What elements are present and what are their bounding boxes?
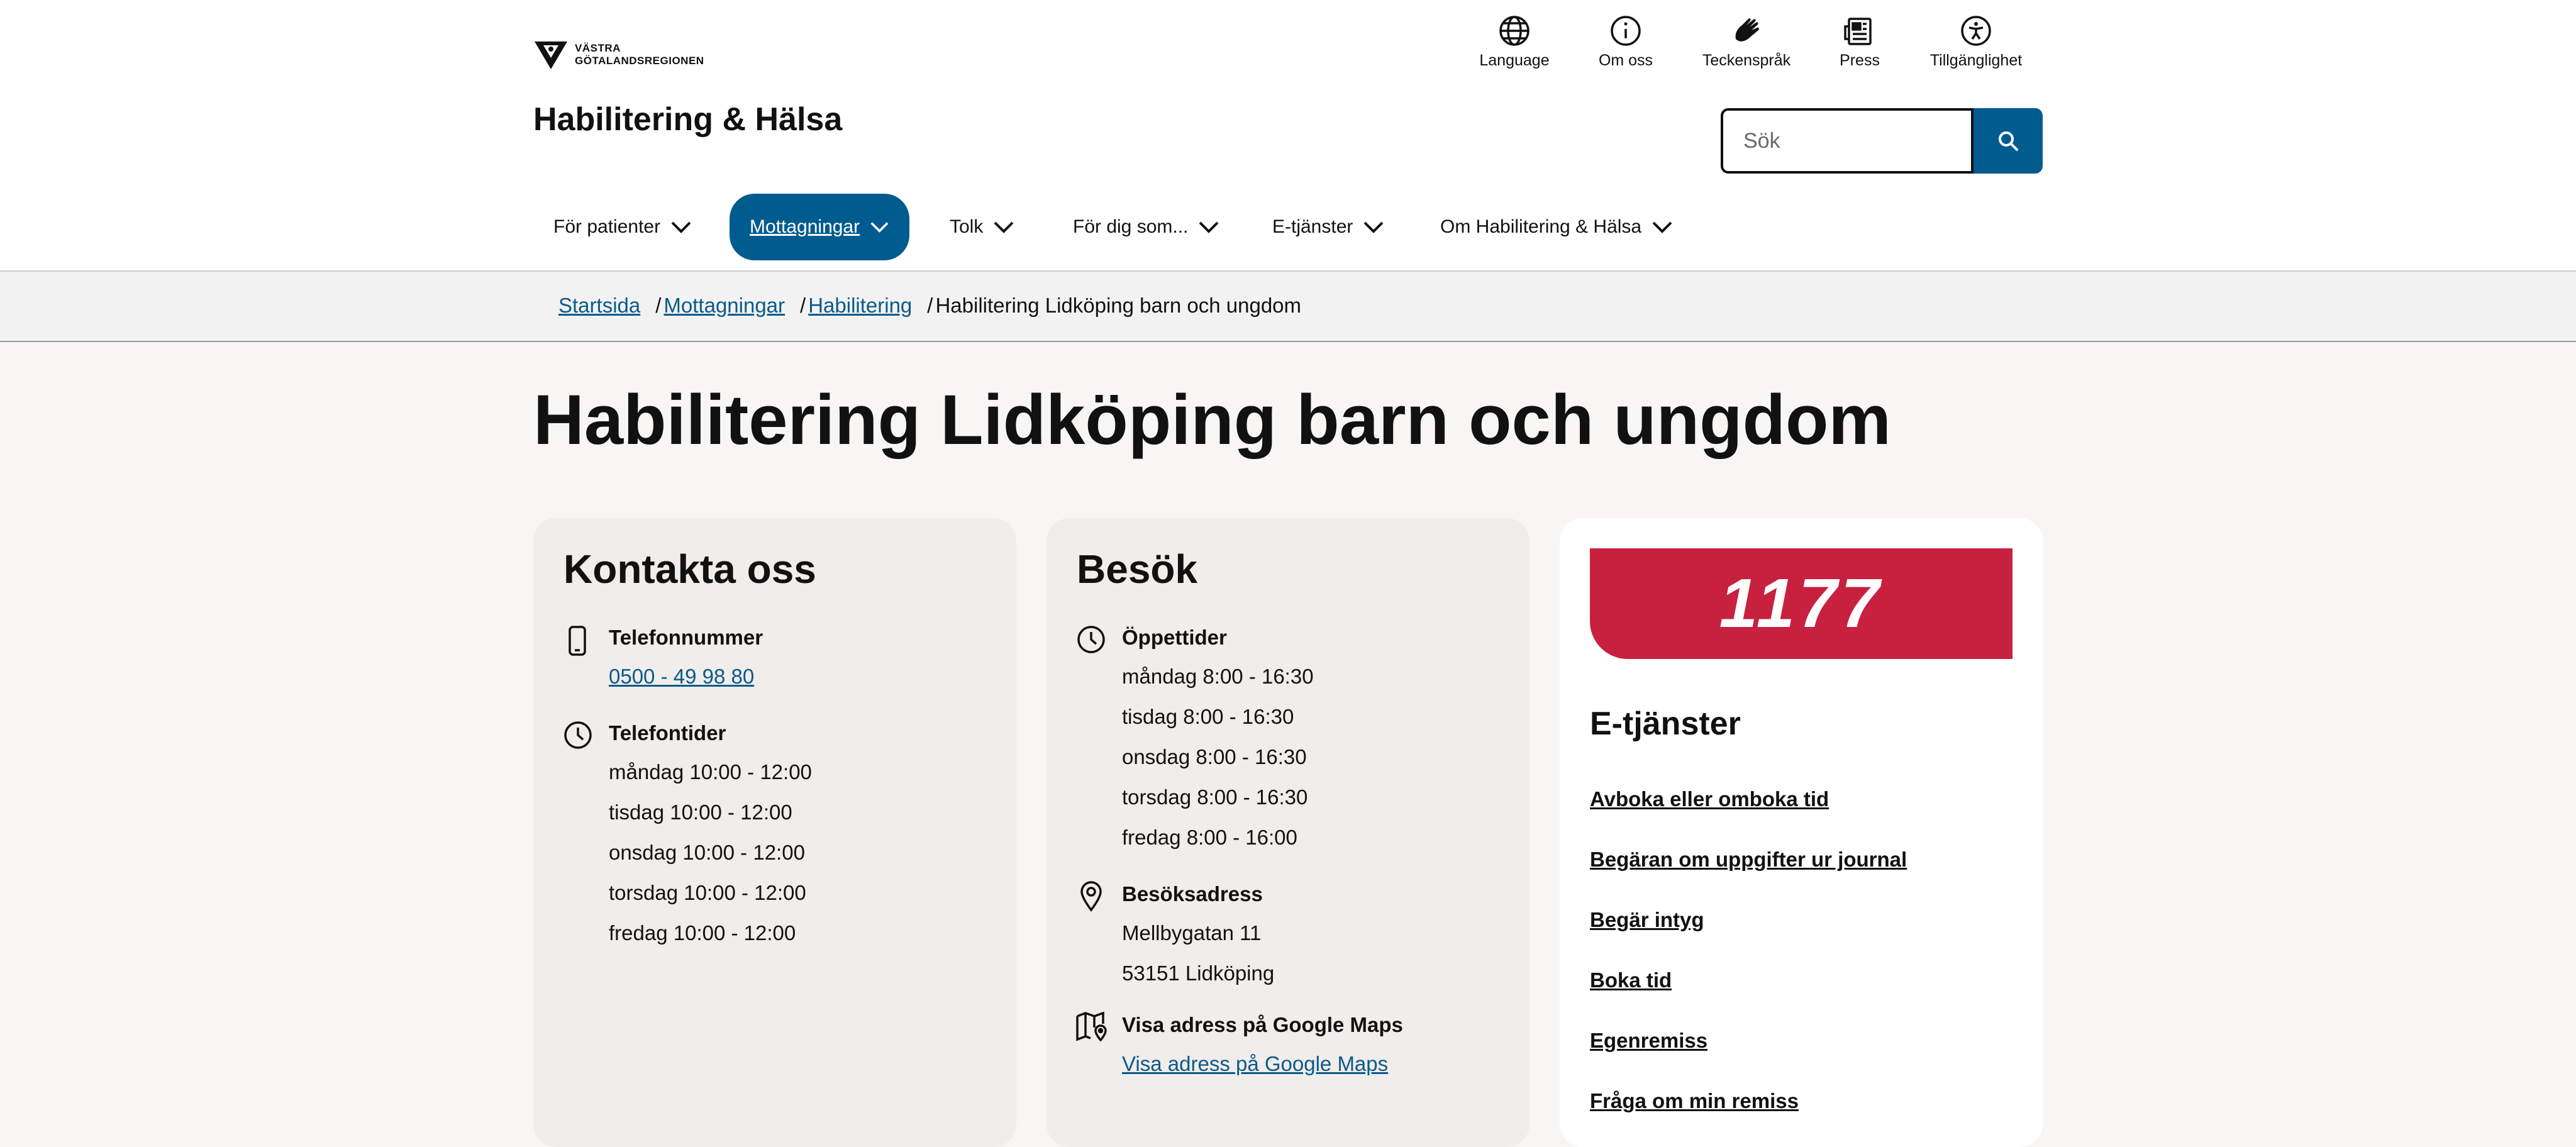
eservice-link-intyg[interactable]: Begär intyg [1590,908,1704,932]
eservices-title: E-tjänster [1590,706,1741,742]
visit-card: Besök Öppettider måndag 8:00 - 16:30 tis… [1046,518,1530,1147]
logo-text: VÄSTRA GÖTALANDSREGIONEN [575,42,704,67]
globe-icon [1499,16,1530,46]
search-form [1721,108,2043,174]
site-header: VÄSTRA GÖTALANDSREGIONEN Habilitering & … [0,0,2576,272]
eservices-card: 1177 E-tjänster [1560,518,2043,1147]
phone-hours-row: fredag 10:00 - 12:00 [609,921,796,945]
opening-hours-row: torsdag 8:00 - 16:30 [1122,785,1308,809]
visit-title: Besök [1077,546,1198,592]
nav-label: För patienter [553,216,661,237]
maps-heading: Visa adress på Google Maps [1122,1013,1403,1036]
vgr-logo[interactable]: VÄSTRA GÖTALANDSREGIONEN [533,39,704,70]
about-link[interactable]: Om oss [1572,14,1679,70]
info-icon [1611,16,1641,46]
accessibility-link[interactable]: Tillgänglighet [1923,14,2029,70]
clock-icon [1077,626,1105,653]
opening-hours-row: måndag 8:00 - 16:30 [1122,665,1314,688]
logo-line2: GÖTALANDSREGIONEN [575,55,704,67]
search-icon [1999,131,2018,151]
chevron-down-icon [671,221,691,233]
phone-hours-row: onsdag 10:00 - 12:00 [609,841,805,864]
address-line: 53151 Lidköping [1122,961,1275,985]
sign-language-label: Teckenspråk [1702,52,1791,69]
chevron-down-icon [870,222,889,233]
language-link[interactable]: Language [1461,14,1568,70]
contact-title: Kontakta oss [564,546,816,592]
accessibility-label: Tillgänglighet [1929,52,2023,69]
opening-hours-block: Öppettider måndag 8:00 - 16:30 tisdag 8:… [1122,619,1314,858]
nav-item-for-patienter[interactable]: För patienter [553,194,692,260]
nav-label: Om Habilitering & Hälsa [1440,216,1642,237]
breadcrumb: Startsida / Mottagningar / Habilitering / Habi… [558,294,1301,318]
sign-language-icon [1735,18,1759,42]
breadcrumb-bar: Startsida / Mottagningar / Habilitering / Habi… [0,272,2576,342]
eservice-link-avboka[interactable]: Avboka eller omboka tid [1590,787,1829,811]
breadcrumb-separator: / [927,294,933,317]
eservice-link-journal[interactable]: Begäran om uppgifter ur journal [1590,848,1907,872]
chevron-down-icon [1363,221,1384,233]
eservice-link-fraga-remiss[interactable]: Fråga om min remiss [1590,1089,1799,1113]
nav-item-om-habilitering[interactable]: Om Habilitering & Hälsa [1440,194,1673,260]
eservice-link-egenremiss[interactable]: Egenremiss [1590,1029,1707,1053]
site-title[interactable]: Habilitering & Hälsa [533,97,842,141]
phone-hours-row: måndag 10:00 - 12:00 [609,760,812,784]
language-label: Language [1479,52,1550,69]
1177-banner[interactable]: 1177 [1590,548,2012,659]
about-label: Om oss [1598,52,1653,69]
address-block: Besöksadress Mellbygatan 11 53151 Lidköp… [1122,875,1274,994]
nav-label: För dig som... [1073,216,1189,237]
accessibility-icon [1961,16,1991,46]
chevron-down-icon [1652,221,1672,233]
opening-hours-heading: Öppettider [1122,626,1227,649]
nav-item-e-tjanster[interactable]: E-tjänster [1272,194,1384,260]
opening-hours-row: fredag 8:00 - 16:00 [1122,826,1297,849]
breadcrumb-separator: / [800,294,806,317]
logo-line1: VÄSTRA [575,42,621,54]
nav-label: Mottagningar [750,216,860,237]
phone-heading: Telefonnummer [609,626,763,649]
page-title: Habilitering Lidköping barn och ungdom [533,380,1892,459]
phone-hours-row: torsdag 10:00 - 12:00 [609,881,806,904]
vgr-logo-mark [535,42,567,69]
phone-hours-row: tisdag 10:00 - 12:00 [609,801,792,824]
contact-card: Kontakta oss Telefonnummer 0500 - 49 98 … [533,518,1016,1147]
breadcrumb-link-startsida[interactable]: Startsida [558,294,640,317]
newspaper-icon [1844,18,1872,45]
search-button[interactable] [1974,108,2043,174]
location-pin-icon [1080,881,1102,912]
google-maps-link[interactable]: Visa adress på Google Maps [1122,1052,1388,1075]
nav-item-mottagningar[interactable]: Mottagningar [730,194,909,260]
press-link[interactable]: Press [1806,14,1913,70]
nav-label: Tolk [950,216,984,237]
nav-item-tolk[interactable]: Tolk [950,194,1014,260]
phone-hours-block: Telefontider måndag 10:00 - 12:00 tisdag… [609,714,812,953]
phone-hours-heading: Telefontider [609,721,726,745]
press-label: Press [1840,52,1880,69]
breadcrumb-link-mottagningar[interactable]: Mottagningar [663,294,785,317]
opening-hours-row: onsdag 8:00 - 16:30 [1122,745,1307,768]
chevron-down-icon [1199,221,1219,233]
address-heading: Besöksadress [1122,882,1263,906]
maps-block: Visa adress på Google Maps Visa adress p… [1122,1006,1403,1084]
sign-language-link[interactable]: Teckenspråk [1693,14,1800,70]
breadcrumb-current: Habilitering Lidköping barn och ungdom [935,294,1302,317]
opening-hours-row: tisdag 8:00 - 16:30 [1122,705,1294,728]
breadcrumb-separator: / [655,294,662,317]
address-line: Mellbygatan 11 [1122,921,1262,945]
nav-label: E-tjänster [1272,216,1353,237]
nav-item-for-dig-som[interactable]: För dig som... [1073,194,1219,260]
chevron-down-icon [994,221,1014,233]
eservice-link-boka-tid[interactable]: Boka tid [1590,968,1672,992]
clock-icon [564,721,592,749]
breadcrumb-link-habilitering[interactable]: Habilitering [808,294,912,317]
phone-block: Telefonnummer 0500 - 49 98 80 [609,619,763,697]
search-input[interactable] [1721,108,1974,174]
phone-number-link[interactable]: 0500 - 49 98 80 [609,665,754,688]
mobile-phone-icon [569,626,586,656]
map-icon [1076,1011,1107,1041]
1177-logo-text: 1177 [1719,565,1884,642]
